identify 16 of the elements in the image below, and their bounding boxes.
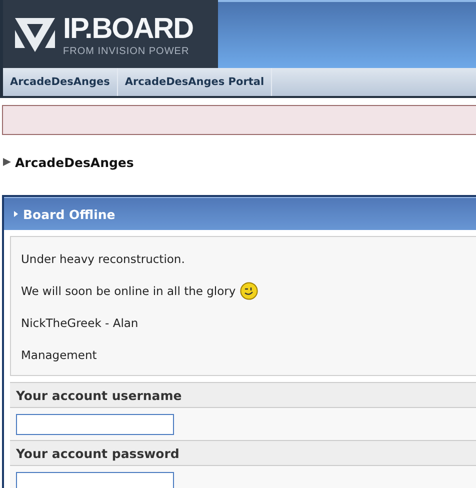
box-title: Board Offline [23, 206, 116, 222]
message-text: Under heavy reconstruction. [21, 252, 185, 266]
input-field[interactable] [16, 472, 174, 488]
field-label: Your account username [10, 382, 476, 408]
nav-tab[interactable]: ArcadeDesAnges Portal [118, 68, 272, 96]
field-label: Your account password [10, 440, 476, 466]
input-field[interactable] [16, 414, 174, 434]
triangle-icon [3, 158, 11, 166]
message-text: We will soon be online in all the glory [21, 284, 236, 298]
breadcrumb-link[interactable]: ArcadeDesAnges [15, 154, 134, 170]
logo-subtitle: FROM INVISION POWER [63, 46, 190, 56]
nav-tab[interactable]: ArcadeDesAnges [3, 68, 118, 96]
message-text: Management [21, 348, 97, 362]
arrow-icon [14, 211, 18, 217]
logo-title: IP.BOARD [63, 12, 194, 46]
message-text: NickTheGreek - Alan [21, 316, 138, 330]
